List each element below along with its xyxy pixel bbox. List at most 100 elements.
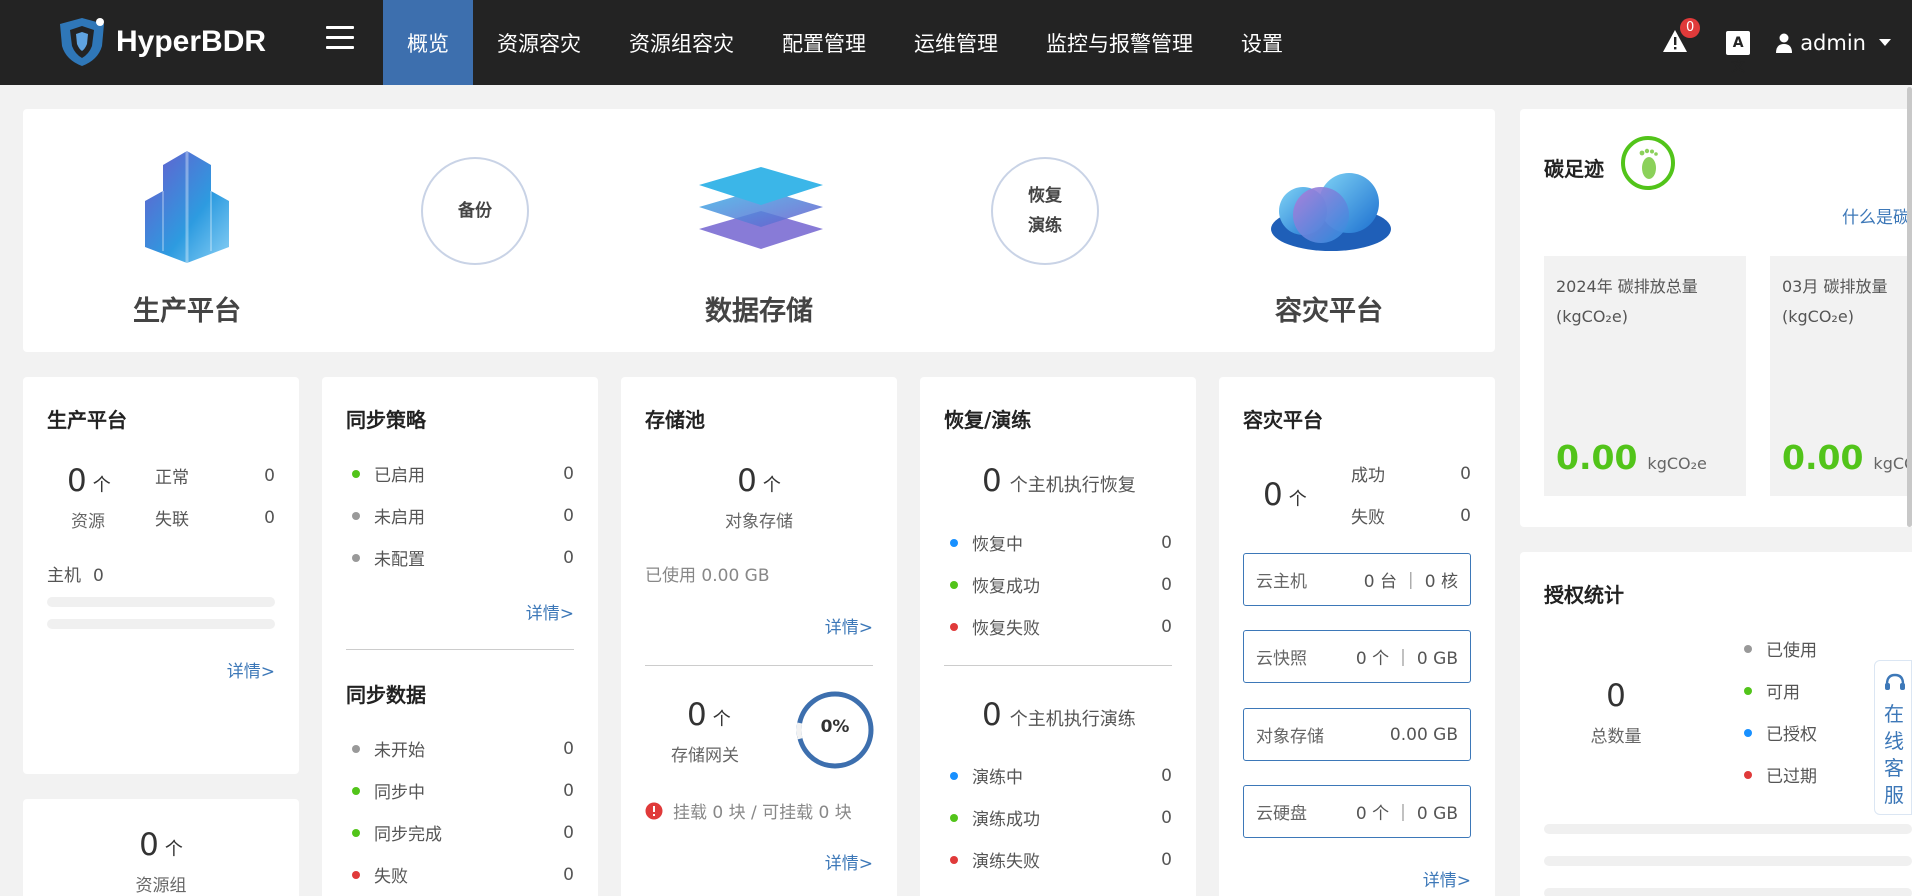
menu-toggle-icon[interactable]	[326, 26, 354, 54]
license-bar-1	[1544, 824, 1912, 834]
headset-icon	[1885, 673, 1905, 690]
production-card: 生产平台 0个 资源 正常 0 失联 0 主机 0 详情>	[23, 377, 299, 774]
resource-group-card: 0个 资源组	[23, 799, 299, 896]
nav-settings[interactable]: 设置	[1217, 0, 1307, 85]
status-dot	[352, 744, 360, 753]
status-dot	[950, 538, 958, 547]
gateway-label: 存储网关	[671, 746, 739, 766]
dr-platform-title: 容灾平台	[1243, 408, 1323, 432]
flow-storage-label: 数据存储	[705, 296, 813, 327]
production-resources-label: 资源	[71, 512, 105, 532]
username: admin	[1800, 30, 1866, 55]
drill-row: 演练成功 0	[950, 805, 1172, 830]
nav-monitor[interactable]: 监控与报警管理	[1022, 0, 1217, 85]
status-dot	[950, 813, 958, 822]
status-dot	[1744, 686, 1752, 695]
service-char: 客	[1884, 756, 1904, 780]
nav-overview[interactable]: 概览	[383, 0, 473, 85]
production-normal-row: 正常 0	[155, 465, 275, 489]
app-logo[interactable]: HyperBDR	[56, 16, 266, 68]
month-carbon-unit-label: (kgCO₂e)	[1782, 307, 1854, 326]
drill-row: 演练中 0	[950, 763, 1172, 788]
mount-info: 挂载 0 块 / 可挂载 0 块	[645, 798, 852, 823]
cloud-snapshot-box[interactable]: 云快照 0 个 ｜ 0 GB	[1243, 630, 1471, 683]
license-available-row: 可用	[1744, 678, 1800, 703]
cloud-icon	[1271, 173, 1391, 251]
status-dot	[1744, 728, 1752, 737]
object-storage-label: 对象存储	[725, 512, 793, 532]
object-storage-box[interactable]: 对象存储 0.00 GB	[1243, 708, 1471, 761]
year-carbon-panel: 2024年 碳排放总量 (kgCO₂e) 0.00 kgCO₂e	[1544, 256, 1746, 496]
month-carbon-label: 03月 碳排放量	[1782, 277, 1888, 296]
brand-name: HyperBDR	[116, 25, 267, 58]
drill-summary: 0 个主机执行演练	[982, 697, 1136, 733]
license-card: 授权统计 0 总数量 已使用 可用 已授权 已过期	[1520, 552, 1912, 896]
production-lost-row: 失联 0	[155, 507, 275, 531]
dr-platform-count: 0个	[1263, 477, 1307, 513]
gateway-percent: 0%	[820, 717, 850, 737]
group-label: 资源组	[135, 876, 187, 896]
license-used-row: 已使用	[1744, 636, 1817, 661]
alerts-button[interactable]: 0	[1662, 17, 1701, 58]
recovery-title: 恢复/演练	[944, 408, 1032, 432]
year-carbon-label: 2024年 碳排放总量	[1556, 277, 1698, 296]
nav-ops[interactable]: 运维管理	[890, 0, 1022, 85]
page-scrollbar[interactable]	[1907, 87, 1912, 527]
sync-data-row: 失败 0	[352, 862, 574, 887]
storage-pool-detail-link[interactable]: 详情>	[825, 613, 873, 638]
license-authorized-row: 已授权	[1744, 720, 1817, 745]
restore-row: 恢复失败 0	[950, 614, 1172, 639]
sync-data-title: 同步数据	[346, 683, 426, 707]
sync-data-row: 同步中 0	[352, 778, 574, 803]
cloud-disk-box[interactable]: 云硬盘 0 个 ｜ 0 GB	[1243, 785, 1471, 838]
sync-policy-row: 未配置 0	[352, 545, 574, 570]
service-char: 在	[1884, 702, 1904, 726]
sync-data-row: 同步完成 0	[352, 820, 574, 845]
dr-fail-row: 失败 0	[1351, 505, 1471, 529]
dr-platform-card: 容灾平台 0个 成功 0 失败 0 云主机 0 台 ｜ 0 核 云快照 0 个 ｜ 0 …	[1219, 377, 1495, 896]
dr-platform-detail-link[interactable]: 详情>	[1423, 866, 1471, 891]
group-count: 0个	[139, 827, 183, 863]
recover-drill-step: 恢复 演练	[991, 157, 1099, 265]
online-service-widget[interactable]: 在 线 客 服	[1874, 660, 1912, 815]
divider	[346, 649, 574, 650]
gateway-detail-link[interactable]: 详情>	[825, 849, 873, 874]
alert-count-badge: 0	[1680, 17, 1701, 38]
footprint-icon	[1621, 136, 1675, 190]
language-icon[interactable]: A文	[1726, 30, 1751, 75]
what-is-carbon-link[interactable]: 什么是碳	[1842, 203, 1910, 228]
top-navbar: HyperBDR 概览 资源容灾 资源组容灾 配置管理 运维管理 监控与报警管理…	[0, 0, 1912, 85]
sync-policy-detail-link[interactable]: 详情>	[526, 599, 574, 624]
license-total: 0	[1606, 678, 1626, 714]
month-carbon-panel: 03月 碳排放量 (kgCO₂e) 0.00 kgCO₂	[1770, 256, 1912, 496]
production-detail-link[interactable]: 详情>	[227, 657, 275, 682]
production-host-row: 主机 0	[47, 566, 104, 586]
caret-down-icon	[1879, 38, 1891, 46]
status-dot	[352, 511, 360, 520]
host-progress-bar-2	[47, 619, 275, 629]
backup-step: 备份	[421, 157, 529, 265]
user-icon	[1776, 33, 1793, 53]
service-char: 服	[1884, 783, 1904, 807]
service-char: 线	[1884, 729, 1904, 753]
status-dot	[950, 622, 958, 631]
cloud-host-box[interactable]: 云主机 0 台 ｜ 0 核	[1243, 553, 1471, 606]
nav-group-dr[interactable]: 资源组容灾	[605, 0, 758, 85]
top-right-tools: 0 A文 admin	[1662, 0, 1912, 85]
recovery-card: 恢复/演练 0 个主机执行恢复 恢复中 0 恢复成功 0 恢复失败 0 0 个主机执行…	[920, 377, 1196, 896]
nav-config[interactable]: 配置管理	[758, 0, 890, 85]
drill-row: 演练失败 0	[950, 847, 1172, 872]
production-title: 生产平台	[47, 408, 127, 432]
restore-row: 恢复成功 0	[950, 572, 1172, 597]
production-count: 0个	[67, 463, 111, 499]
user-menu[interactable]: admin	[1776, 31, 1900, 55]
restore-row: 恢复中 0	[950, 530, 1172, 555]
license-expired-row: 已过期	[1744, 762, 1817, 787]
server-cluster-icon	[145, 151, 229, 263]
topology-card: 生产平台 备份 数据存储 恢复 演练 容灾平台	[23, 109, 1495, 352]
flow-production-label: 生产平台	[133, 296, 241, 327]
nav-resource-dr[interactable]: 资源容灾	[473, 0, 605, 85]
drill-label: 演练	[1028, 216, 1062, 236]
license-title: 授权统计	[1544, 583, 1624, 607]
year-carbon-unit-label: (kgCO₂e)	[1556, 307, 1628, 326]
